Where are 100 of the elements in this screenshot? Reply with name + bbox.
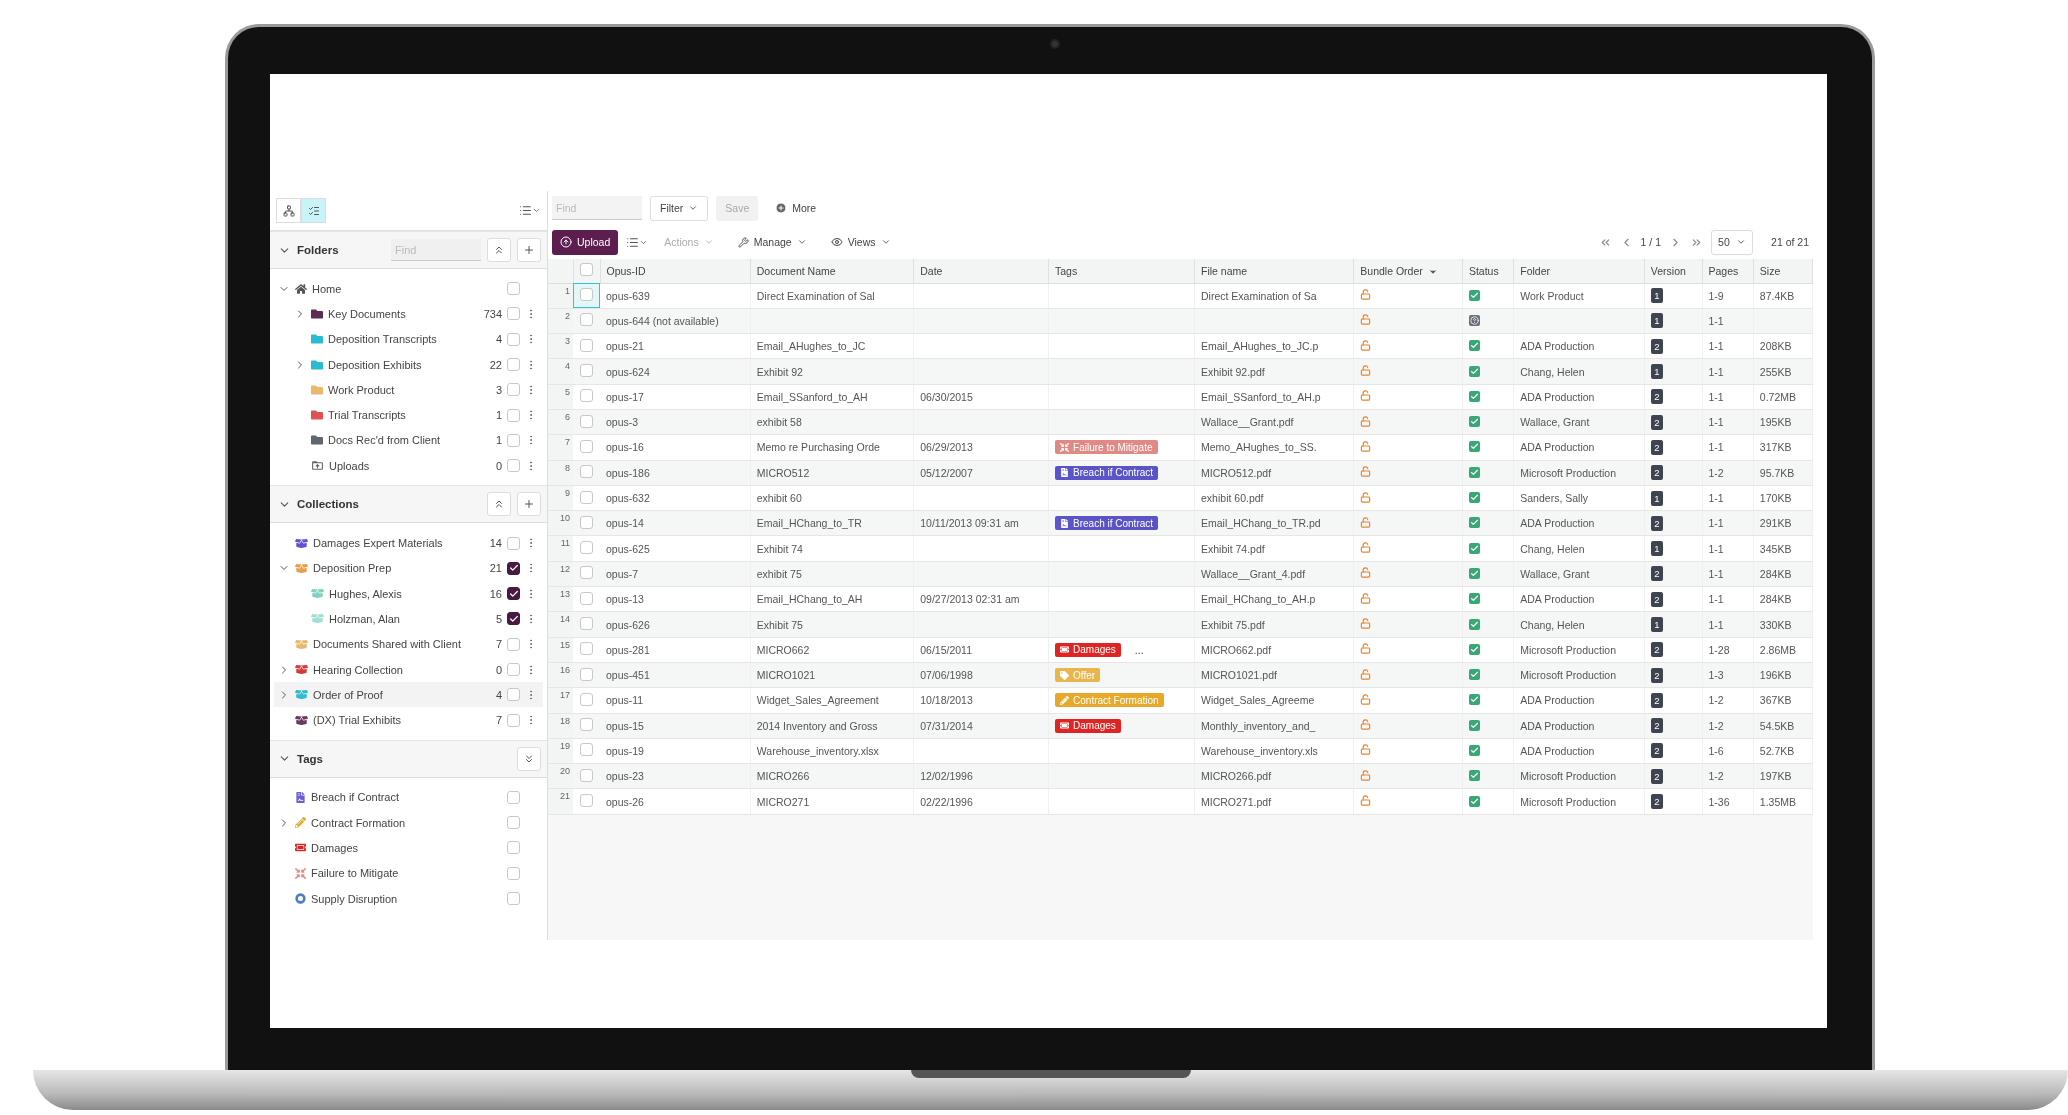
- collection-row[interactable]: Holzman, Alan 5: [274, 606, 543, 632]
- collection-row[interactable]: Damages Expert Materials 14: [274, 530, 543, 556]
- filter-dropdown[interactable]: Filter: [650, 195, 709, 221]
- unlocked-icon[interactable]: [1360, 289, 1372, 301]
- column-header[interactable]: Document Name: [750, 259, 914, 283]
- collection-row[interactable]: Hearing Collection 0: [274, 656, 543, 683]
- list-view-button[interactable]: [301, 198, 326, 223]
- folder-name[interactable]: Key Documents: [328, 307, 473, 320]
- column-header[interactable]: File name: [1194, 259, 1354, 283]
- menu-dropdown[interactable]: Manage: [729, 229, 815, 255]
- collapse-all-button[interactable]: [487, 238, 511, 262]
- unlocked-icon[interactable]: [1360, 769, 1372, 781]
- unlocked-icon[interactable]: [1360, 390, 1372, 402]
- unlocked-icon[interactable]: [1360, 440, 1372, 452]
- collection-name[interactable]: Order of Proof: [313, 688, 473, 701]
- unlocked-icon[interactable]: [1360, 365, 1372, 377]
- table-row[interactable]: 19 opus-19 Warehouse_inventory.xlsx Warehouse_inventory.xls ADA Production 2 1-6 52.7KB: [548, 738, 1813, 764]
- collection-name[interactable]: Deposition Prep: [313, 562, 473, 575]
- folder-name[interactable]: Work Product: [328, 383, 473, 396]
- tag-name[interactable]: Damages: [311, 842, 502, 854]
- tag-name[interactable]: Contract Formation: [311, 816, 502, 829]
- menu-dropdown[interactable]: Views: [822, 229, 899, 255]
- table-row[interactable]: 15 opus-281 MICRO662 06/15/2011 Damages ... MICRO662.pdf Microsoft Production 2 1-28 2.86MB: [548, 637, 1813, 663]
- table-row[interactable]: 3 opus-21 Email_AHughes_to_JC Email_AHughes_to_JC.p ADA Production 2 1-1 208KB: [548, 333, 1813, 359]
- tree-view-button[interactable]: [276, 198, 301, 223]
- tag-badge[interactable]: Breach if Contract: [1055, 516, 1159, 531]
- find-field[interactable]: Find: [552, 196, 642, 220]
- table-row[interactable]: 16 opus-451 MICRO1021 07/06/1998 Offer MICRO1021.pdf Microsoft Production 2 1-3 196KB: [548, 662, 1813, 688]
- collection-name[interactable]: (DX) Trial Exhibits: [313, 714, 473, 727]
- folder-name[interactable]: Home: [312, 282, 502, 295]
- column-header[interactable]: Tags: [1048, 259, 1195, 283]
- collection-row[interactable]: Hughes, Alexis 16: [274, 580, 543, 607]
- unlocked-icon[interactable]: [1360, 339, 1372, 351]
- table-row[interactable]: 13 opus-13 Email_HChang_to_AH 09/27/2013 02:31 am Email_HChang_to_AH.p ADA Production 2 1-1 284KB: [548, 586, 1813, 612]
- column-header[interactable]: Size: [1753, 259, 1813, 283]
- folder-name[interactable]: Deposition Exhibits: [328, 358, 473, 371]
- unlocked-icon[interactable]: [1360, 542, 1372, 554]
- folder-name[interactable]: Trial Transcripts: [328, 409, 473, 422]
- table-row[interactable]: 8 opus-186 MICRO512 05/12/2007 Breach if Contract MICRO512.pdf Microsoft Production 2 1-2 95.7KB: [548, 460, 1813, 486]
- column-header[interactable]: Bundle Order: [1353, 259, 1463, 283]
- column-header[interactable]: Version: [1644, 259, 1702, 283]
- column-header[interactable]: Status: [1462, 259, 1514, 283]
- table-row[interactable]: 10 opus-14 Email_HChang_to_TR 10/11/2013 09:31 am Breach if Contract Email_HChang_to_TR.pd ADA Production 2 1-1 291KB: [548, 510, 1813, 536]
- unlocked-icon[interactable]: [1360, 466, 1372, 478]
- table-row[interactable]: 14 opus-626 Exhibit 75 Exhibit 75.pdf Chang, Helen 1 1-1 330KB: [548, 611, 1813, 638]
- unlocked-icon[interactable]: [1360, 592, 1372, 604]
- table-row[interactable]: 7 opus-16 Memo re Purchasing Orde 06/29/2013 Failure to Mitigate Memo_AHughes_to_SS. ADA Production 2 1-1 317KB: [548, 434, 1813, 461]
- checkbox[interactable]: [507, 612, 520, 626]
- column-header[interactable]: Opus-ID: [600, 259, 751, 283]
- collection-name[interactable]: Documents Shared with Client: [313, 638, 473, 651]
- collection-name[interactable]: Hearing Collection: [313, 663, 473, 676]
- unlocked-icon[interactable]: [1360, 618, 1372, 629]
- table-row[interactable]: 9 opus-632 exhibit 60 exhibit 60.pdf Sanders, Sally 1 1-1 170KB: [548, 485, 1813, 511]
- table-row[interactable]: 18 opus-15 2014 Inventory and Gross 07/31/2014 Damages Monthly_inventory_and_ ADA Production 2 1-2 54.5KB: [548, 713, 1813, 739]
- column-header[interactable]: Date: [913, 259, 1049, 283]
- tag-badge[interactable]: Damages: [1055, 718, 1121, 733]
- table-row[interactable]: 4 opus-624 Exhibit 92 Exhibit 92.pdf Chang, Helen 1 1-1 255KB: [548, 358, 1813, 385]
- checkbox[interactable]: [507, 587, 520, 601]
- table-row[interactable]: 11 opus-625 Exhibit 74 Exhibit 74.pdf Chang, Helen 1 1-1 345KB: [548, 535, 1813, 562]
- collapse-all-button[interactable]: [487, 492, 511, 517]
- unlocked-icon[interactable]: [1360, 516, 1372, 528]
- checkbox[interactable]: [507, 561, 520, 575]
- unlocked-icon[interactable]: [1360, 795, 1372, 807]
- table-row[interactable]: 5 opus-17 Email_SSanford_to_AH 06/30/2015 Email_SSanford_to_AH.p ADA Production 2 1-1 0.72MB: [548, 384, 1813, 410]
- collection-name[interactable]: Holzman, Alan: [329, 612, 473, 625]
- collection-row[interactable]: Order of Proof 4: [274, 682, 543, 708]
- tag-name[interactable]: Breach if Contract: [311, 791, 502, 804]
- tag-badge[interactable]: Breach if Contract: [1055, 465, 1159, 480]
- tag-name[interactable]: Failure to Mitigate: [311, 867, 502, 880]
- selection-cell[interactable]: [573, 283, 600, 309]
- table-row[interactable]: 6 opus-3 exhibit 58 Wallace__Grant.pdf Wallace, Grant 2 1-1 195KB: [548, 409, 1813, 435]
- unlocked-icon[interactable]: [1360, 719, 1372, 731]
- unlocked-icon[interactable]: [1360, 693, 1372, 705]
- add-button[interactable]: [517, 492, 541, 517]
- upload-button[interactable]: Upload: [552, 229, 619, 255]
- collection-row[interactable]: Deposition Prep 21: [274, 555, 543, 581]
- unlocked-icon[interactable]: [1360, 314, 1372, 326]
- folder-name[interactable]: Docs Rec'd from Client: [328, 434, 473, 447]
- unlocked-icon[interactable]: [1360, 567, 1372, 579]
- column-header[interactable]: Folder: [1513, 259, 1645, 283]
- folder-name[interactable]: Uploads: [329, 459, 473, 472]
- collection-row[interactable]: Documents Shared with Client 7: [274, 631, 543, 657]
- column-header[interactable]: Pages: [1702, 259, 1754, 283]
- column-menu-icon[interactable]: [519, 204, 541, 217]
- page-size-select[interactable]: 50: [1711, 229, 1754, 255]
- table-row[interactable]: 2 opus-644 (not available) 1 1-1: [548, 308, 1813, 334]
- tag-badge[interactable]: Damages: [1055, 642, 1121, 657]
- more-tags[interactable]: ...: [1134, 644, 1144, 657]
- unlocked-icon[interactable]: [1360, 415, 1372, 427]
- table-row[interactable]: 21 opus-26 MICRO271 02/22/1996 MICRO271.pdf Microsoft Production 2 1-36 1.35MB: [548, 788, 1813, 815]
- collection-name[interactable]: Damages Expert Materials: [313, 537, 473, 549]
- add-button[interactable]: [517, 238, 541, 262]
- folder-name[interactable]: Deposition Transcripts: [328, 333, 473, 346]
- table-row[interactable]: 1 opus-639 Direct Examination of Sal Direct Examination of Sa Work Product 1 1-9 87.4KB: [548, 283, 1813, 309]
- unlocked-icon[interactable]: [1360, 643, 1372, 655]
- table-row[interactable]: 12 opus-7 exhibit 75 Wallace__Grant_4.pdf Wallace, Grant 2 1-1 284KB: [548, 561, 1813, 587]
- collection-name[interactable]: Hughes, Alexis: [329, 587, 473, 600]
- expand-all-button[interactable]: [517, 746, 541, 771]
- collection-row[interactable]: (DX) Trial Exhibits 7: [274, 707, 543, 733]
- table-row[interactable]: 20 opus-23 MICRO266 12/02/1996 MICRO266.pdf Microsoft Production 2 1-2 197KB: [548, 763, 1813, 789]
